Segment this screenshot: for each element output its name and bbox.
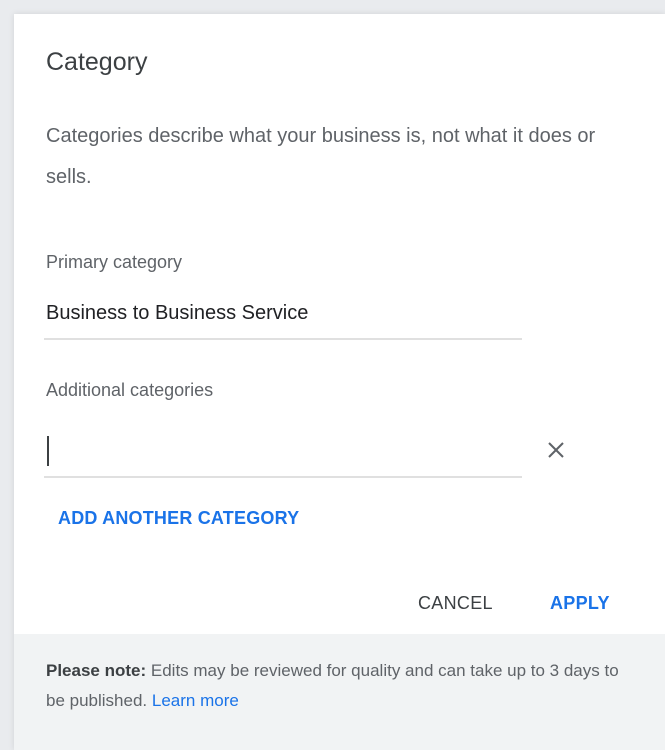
- primary-category-underline: [44, 338, 522, 340]
- close-icon: [548, 442, 564, 458]
- apply-button[interactable]: APPLY: [550, 593, 610, 614]
- text-cursor: [47, 436, 49, 466]
- primary-category-field[interactable]: Business to Business Service: [46, 302, 308, 325]
- dialog-description: Categories describe what your business i…: [46, 125, 596, 188]
- additional-category-input[interactable]: [44, 428, 522, 472]
- add-another-category-button[interactable]: ADD ANOTHER CATEGORY: [58, 508, 299, 529]
- learn-more-link[interactable]: Learn more: [152, 691, 239, 710]
- category-dialog: Category Categories describe what your b…: [14, 14, 665, 750]
- note-text: Please note: Edits may be reviewed for q…: [46, 656, 636, 716]
- note-panel: Please note: Edits may be reviewed for q…: [14, 634, 665, 750]
- primary-category-label: Primary category: [46, 252, 183, 272]
- note-prefix: Please note:: [46, 661, 147, 680]
- dialog-title: Category: [46, 48, 148, 76]
- additional-category-underline: [44, 476, 522, 478]
- cancel-button[interactable]: CANCEL: [418, 593, 493, 614]
- clear-category-button[interactable]: [542, 436, 570, 464]
- additional-categories-label: Additional categories: [46, 380, 214, 400]
